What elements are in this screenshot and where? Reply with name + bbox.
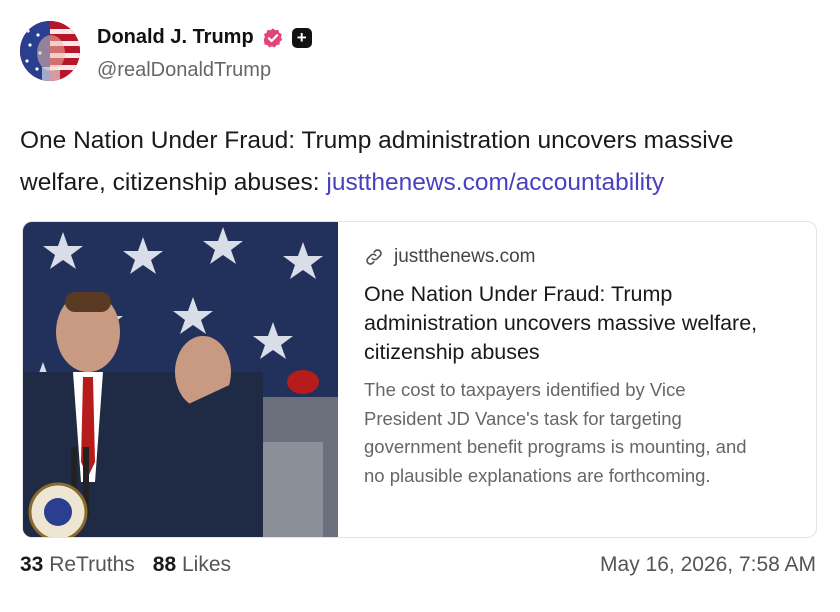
post-link[interactable]: justthenews.com/accountability: [326, 169, 664, 196]
likes-stat[interactable]: 88 Likes: [153, 553, 231, 577]
link-preview-description: The cost to taxpayers identified by Vice…: [364, 379, 747, 486]
link-preview-body: justthenews.com One Nation Under Fraud: …: [364, 246, 794, 490]
link-preview-title[interactable]: One Nation Under Fraud: Trump administra…: [364, 280, 764, 367]
retruths-count: 33: [20, 553, 44, 576]
likes-label: Likes: [182, 553, 232, 576]
post-footer: 33 ReTruths 88 Likes May 16, 2026, 7:58 …: [20, 553, 816, 577]
retruths-stat[interactable]: 33 ReTruths: [20, 553, 135, 577]
link-icon: [366, 249, 382, 265]
link-preview-domain: justthenews.com: [394, 246, 536, 267]
avatar[interactable]: [20, 21, 80, 81]
link-preview-domain-row: justthenews.com: [364, 246, 794, 268]
likes-count: 88: [152, 553, 177, 576]
avatar-image: [20, 21, 80, 81]
author-handle[interactable]: @realDonaldTrump: [97, 59, 271, 82]
link-preview-card[interactable]: justthenews.com One Nation Under Fraud: …: [22, 221, 817, 538]
link-preview-image: [23, 222, 338, 537]
verified-badge-icon: [263, 27, 282, 47]
author-name[interactable]: Donald J. Trump: [97, 26, 254, 49]
plus-badge-icon: +: [291, 27, 312, 48]
post-timestamp[interactable]: May 16, 2026, 7:58 AM: [600, 553, 816, 577]
retruths-label: ReTruths: [49, 553, 135, 576]
post-text: One Nation Under Fraud: Trump administra…: [20, 120, 825, 204]
author-name-row: Donald J. Trump +: [97, 26, 312, 49]
